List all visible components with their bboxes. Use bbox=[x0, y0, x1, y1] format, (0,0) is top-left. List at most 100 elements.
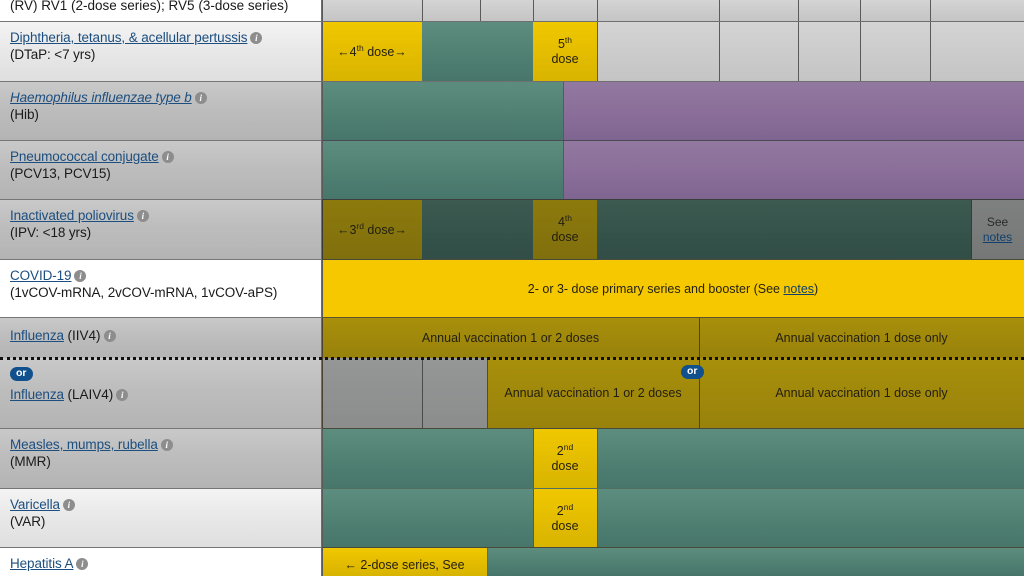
info-icon[interactable]: i bbox=[74, 270, 87, 282]
cell-covid19-banner[interactable]: 2- or 3- dose primary series and booster… bbox=[322, 260, 1024, 318]
row-label-pcv: Pneumococcal conjugate i (PCV13, PCV15) bbox=[0, 141, 322, 200]
row-sep-3 bbox=[322, 199, 1024, 200]
ipv-3rd-pre: ←3 bbox=[336, 222, 357, 237]
row-sep-4 bbox=[322, 259, 1024, 260]
cell-dtap-5th-dose-text: 5th dose bbox=[533, 22, 597, 82]
dtap-5th-word: dose bbox=[551, 52, 579, 66]
dtap-link[interactable]: Diphtheria, tetanus, & acellular pertuss… bbox=[10, 30, 248, 45]
row-sep-7 bbox=[322, 488, 1024, 489]
pcv-link[interactable]: Pneumococcal conjugate bbox=[10, 149, 159, 164]
row-sep-0 bbox=[322, 21, 1024, 22]
cell-ipv-3rd-dose[interactable]: ←3rd dose→ bbox=[322, 200, 422, 260]
label-column-border bbox=[321, 0, 322, 576]
info-icon[interactable]: i bbox=[116, 389, 129, 401]
col-sep-a9 bbox=[930, 0, 931, 22]
ipv-3rd-post: dose→ bbox=[363, 222, 408, 237]
col-sep-f3 bbox=[422, 358, 423, 429]
cell-rotavirus-c5 bbox=[597, 0, 719, 22]
row-sep-2 bbox=[322, 140, 1024, 141]
col-sep-e1 bbox=[322, 260, 323, 318]
cell-influenza-laiv4-1or2[interactable]: Annual vaccination 1 or 2 doses bbox=[487, 358, 699, 429]
cell-rotavirus-c7 bbox=[798, 0, 860, 22]
cell-rotavirus-c9 bbox=[930, 0, 1024, 22]
cell-ipv-see-notes[interactable]: See notes bbox=[971, 200, 1024, 260]
col-sep-a6 bbox=[719, 0, 720, 22]
info-icon[interactable]: i bbox=[250, 32, 263, 44]
col-sep-a1 bbox=[322, 0, 323, 22]
col-sep-b6 bbox=[719, 22, 720, 82]
cell-ipv-green-2 bbox=[597, 200, 971, 260]
row-label-mmr: Measles, mumps, rubella i (MMR) bbox=[0, 429, 322, 489]
influenza-iiv4-suffix: (IIV4) bbox=[67, 328, 101, 343]
cell-dtap-c6 bbox=[719, 22, 798, 82]
dtap-4th-post: dose→ bbox=[363, 44, 407, 59]
cell-hib-purple-range bbox=[563, 82, 1024, 141]
row-sep-6 bbox=[322, 428, 1024, 429]
cell-dtap-c9 bbox=[930, 22, 1024, 82]
row-label-influenza-laiv4: or Influenza (LAIV4) i bbox=[0, 358, 322, 429]
cell-mmr-green-2 bbox=[597, 429, 1024, 489]
cell-varicella-2nd-dose[interactable]: 2nd dose bbox=[533, 489, 597, 548]
info-icon[interactable]: i bbox=[136, 210, 149, 222]
info-icon[interactable]: i bbox=[161, 151, 174, 163]
cell-influenza-laiv4-1or2-text: Annual vaccination 1 or 2 doses bbox=[504, 386, 682, 401]
info-icon[interactable]: i bbox=[160, 439, 173, 451]
cell-varicella-2nd-dose-text: 2nd dose bbox=[533, 489, 597, 548]
ipv-link[interactable]: Inactivated poliovirus bbox=[10, 208, 134, 223]
cell-pcv-purple-range bbox=[563, 141, 1024, 200]
varicella-link[interactable]: Varicella bbox=[10, 497, 60, 512]
cell-hepa-2dose-series[interactable]: ← 2-dose series, See bbox=[322, 548, 487, 576]
col-sep-c1 bbox=[322, 82, 323, 200]
influenza-dotted-divider bbox=[0, 357, 1024, 360]
dtap-5th-num: 5 bbox=[557, 37, 565, 52]
hepatitis-a-link[interactable]: Hepatitis A bbox=[10, 556, 74, 571]
cell-mmr-2nd-dose[interactable]: 2nd dose bbox=[533, 429, 597, 489]
or-badge-mid: or bbox=[681, 365, 704, 379]
col-sep-f4 bbox=[487, 358, 488, 429]
ipv-4th-sup: th bbox=[564, 213, 573, 224]
cell-influenza-iiv4-1only[interactable]: Annual vaccination 1 dose only bbox=[699, 318, 1024, 358]
cell-influenza-laiv4-blank1 bbox=[322, 358, 422, 429]
covid-notes-link[interactable]: notes bbox=[783, 282, 814, 296]
mmr-2nd-num: 2 bbox=[556, 444, 564, 459]
influenza-laiv4-link[interactable]: Influenza bbox=[10, 387, 64, 402]
ipv-3rd-sup: rd bbox=[356, 220, 364, 231]
row-sep-1 bbox=[322, 81, 1024, 82]
row-label-covid19: COVID-19 i (1vCOV-mRNA, 2vCOV-mRNA, 1vCOV… bbox=[0, 260, 322, 318]
ipv-notes-link[interactable]: notes bbox=[983, 230, 1012, 244]
cell-influenza-laiv4-blank2 bbox=[422, 358, 487, 429]
cell-influenza-iiv4-1or2[interactable]: Annual vaccination 1 or 2 doses bbox=[322, 318, 699, 358]
cell-dtap-5th-dose[interactable]: 5th dose bbox=[533, 22, 597, 82]
covid19-link[interactable]: COVID-19 bbox=[10, 268, 72, 283]
col-sep-a4 bbox=[533, 0, 534, 22]
info-icon[interactable]: i bbox=[76, 558, 89, 570]
col-sep-a5 bbox=[597, 0, 598, 22]
cell-mmr-green-1 bbox=[322, 429, 533, 489]
cell-ipv-4th-dose[interactable]: 4th dose bbox=[533, 200, 597, 260]
var-2nd-num: 2 bbox=[556, 503, 564, 518]
cell-dtap-4th-dose-text: ←4th dose→ bbox=[322, 22, 422, 82]
col-sep-b7 bbox=[798, 22, 799, 82]
influenza-iiv4-link[interactable]: Influenza bbox=[10, 328, 64, 343]
varicella-sublabel: (VAR) bbox=[10, 514, 46, 529]
cell-rotavirus-c1 bbox=[322, 0, 422, 22]
rotavirus-label: (RV) RV1 (2-dose series); RV5 (3-dose se… bbox=[10, 0, 289, 13]
mmr-link[interactable]: Measles, mumps, rubella bbox=[10, 437, 158, 452]
info-icon[interactable]: i bbox=[62, 499, 75, 511]
col-sep-d-notes bbox=[971, 200, 972, 260]
cell-influenza-laiv4-1only[interactable]: Annual vaccination 1 dose only bbox=[699, 358, 1024, 429]
cell-dtap-4th-dose[interactable]: ←4th dose→ bbox=[322, 22, 422, 82]
hib-link[interactable]: Haemophilus influenzae type b bbox=[10, 90, 192, 105]
col-sep-c-purple bbox=[563, 82, 564, 200]
info-icon[interactable]: i bbox=[194, 92, 207, 104]
mmr-2nd-sup: nd bbox=[563, 442, 574, 453]
cell-ipv-4th-dose-text: 4th dose bbox=[533, 200, 597, 260]
cell-rotavirus-c3 bbox=[480, 0, 533, 22]
pcv-sublabel: (PCV13, PCV15) bbox=[10, 166, 111, 181]
cell-ipv-green-1 bbox=[422, 200, 533, 260]
covid-banner-pre: 2- or 3- dose primary series and booster… bbox=[527, 281, 784, 296]
var-2nd-sup: nd bbox=[563, 501, 574, 512]
dtap-4th-pre: ←4 bbox=[337, 44, 357, 59]
cell-ipv-3rd-dose-text: ←3rd dose→ bbox=[322, 200, 422, 260]
info-icon[interactable]: i bbox=[103, 330, 116, 342]
